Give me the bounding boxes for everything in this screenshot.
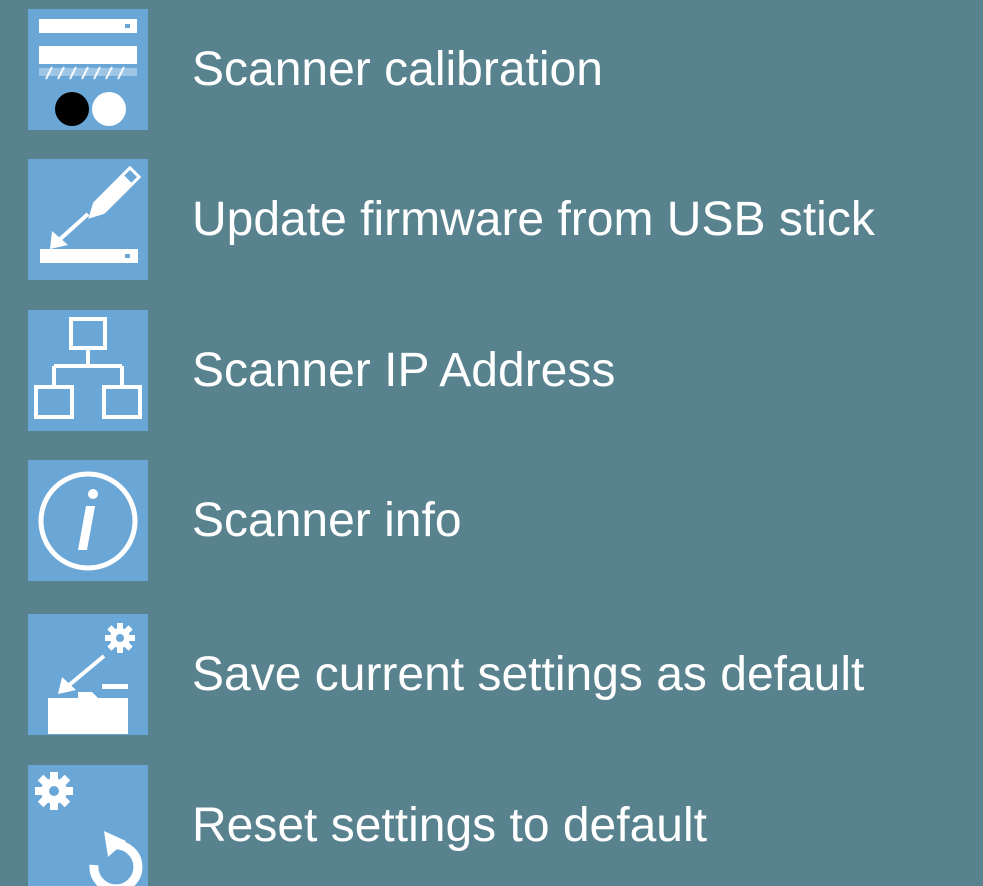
- menu-item-label: Scanner info: [192, 494, 462, 547]
- save-settings-icon: [28, 614, 148, 735]
- firmware-update-icon: [28, 159, 148, 280]
- reset-settings-icon: [28, 765, 148, 886]
- menu-item-label: Scanner calibration: [192, 43, 603, 96]
- menu-item-label: Save current settings as default: [192, 648, 865, 701]
- menu-item-update-firmware[interactable]: Update firmware from USB stick: [28, 159, 968, 280]
- menu-item-scanner-info[interactable]: Scanner info: [28, 460, 968, 581]
- scanner-calibration-icon: [28, 9, 148, 130]
- menu-item-label: Scanner IP Address: [192, 344, 616, 397]
- menu-item-label: Reset settings to default: [192, 799, 707, 852]
- network-icon: [28, 310, 148, 431]
- settings-menu: Scanner calibration Update firmware from…: [0, 0, 983, 886]
- menu-item-save-settings[interactable]: Save current settings as default: [28, 614, 968, 735]
- menu-item-scanner-ip-address[interactable]: Scanner IP Address: [28, 310, 968, 431]
- menu-item-scanner-calibration[interactable]: Scanner calibration: [28, 9, 968, 130]
- info-icon: [28, 460, 148, 581]
- menu-item-label: Update firmware from USB stick: [192, 193, 875, 246]
- menu-item-reset-settings[interactable]: Reset settings to default: [28, 765, 968, 886]
